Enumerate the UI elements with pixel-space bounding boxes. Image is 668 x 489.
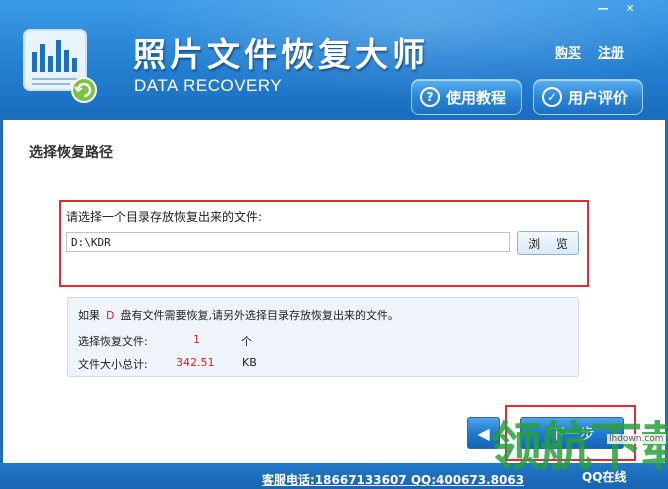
tutorial-button[interactable]: ? 使用教程: [411, 79, 522, 115]
recovery-path-input[interactable]: [66, 232, 510, 252]
app-logo-icon: [23, 29, 97, 103]
back-arrow-icon: ◀: [477, 423, 490, 443]
tutorial-button-label: 使用教程: [446, 88, 507, 107]
drive-warning-suffix: 盘有文件需要恢复,请另外选择目录存放恢复出来的文件。: [120, 309, 399, 322]
files-count-value: 1: [193, 333, 200, 346]
total-size-row: 文件大小总计: 342.51 KB: [78, 356, 257, 372]
next-step-highlight: [505, 405, 636, 461]
browse-button[interactable]: 浏 览: [517, 231, 579, 255]
contact-info[interactable]: 客服电话:18667133607 QQ:400673.8063: [262, 471, 524, 488]
drive-warning: 如果 D 盘有文件需要恢复,请另外选择目录存放恢复出来的文件。: [78, 307, 399, 323]
close-button[interactable]: ✕: [617, 0, 643, 16]
path-prompt-label: 请选择一个目录存放恢复出来的文件:: [66, 210, 263, 224]
watermark-site: lhdown.com: [607, 434, 666, 444]
app-header: 照片文件恢复大师 DATA RECOVERY — ✕ 购买 注册 ? 使用教程 …: [0, 0, 668, 119]
user-review-button[interactable]: ✓ 用户评价: [533, 79, 643, 115]
minimize-button[interactable]: —: [590, 0, 616, 16]
thumbs-up-icon: ✓: [542, 87, 562, 107]
drive-letter: D: [106, 309, 115, 322]
total-size-unit: KB: [242, 356, 257, 369]
app-title: 照片文件恢复大师: [133, 35, 429, 74]
user-review-button-label: 用户评价: [568, 88, 629, 107]
main-panel: 选择恢复路径 请选择一个目录存放恢复出来的文件: 浏 览 如果 D 盘有文件需要恢复…: [3, 120, 665, 463]
files-count-unit: 个: [241, 335, 252, 348]
buy-link[interactable]: 购买: [555, 42, 581, 61]
back-button[interactable]: ◀: [467, 417, 500, 449]
files-count-label: 选择恢复文件:: [78, 335, 148, 348]
section-title: 选择恢复路径: [29, 145, 113, 161]
help-icon: ?: [420, 87, 440, 107]
drive-warning-prefix: 如果: [78, 309, 100, 322]
register-link[interactable]: 注册: [598, 42, 624, 61]
files-count-row: 选择恢复文件: 1 个: [78, 333, 252, 349]
total-size-value: 342.51: [176, 356, 215, 369]
total-size-label: 文件大小总计:: [78, 358, 148, 371]
app-subtitle: DATA RECOVERY: [134, 76, 283, 95]
qq-online-button[interactable]: QQ在线: [582, 468, 626, 485]
footer-bar: 客服电话:18667133607 QQ:400673.8063 QQ在线: [0, 463, 668, 489]
recovery-info-box: 如果 D 盘有文件需要恢复,请另外选择目录存放恢复出来的文件。 选择恢复文件: 1 …: [67, 297, 579, 377]
